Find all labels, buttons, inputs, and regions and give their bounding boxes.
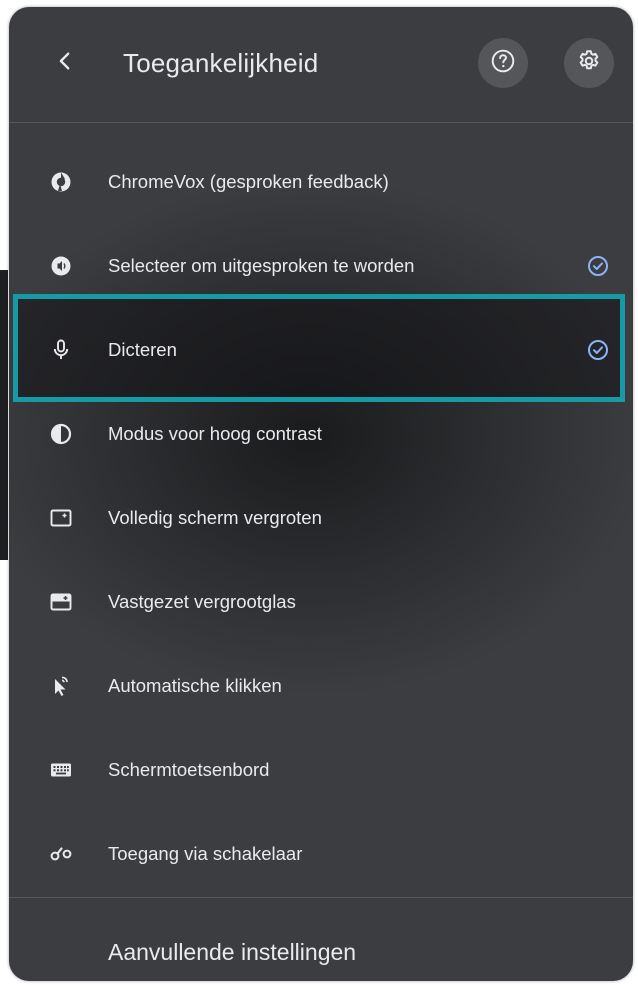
checkmark-circle-icon (586, 254, 610, 278)
gear-icon (576, 48, 602, 79)
keyboard-icon (47, 756, 75, 784)
item-label: Dicteren (108, 339, 177, 360)
chromevox-icon (47, 168, 75, 196)
back-button[interactable] (47, 45, 83, 81)
list-item-docked-magnifier[interactable]: Vastgezet vergrootglas (9, 560, 633, 644)
additional-settings-link[interactable]: Aanvullende instellingen (108, 932, 356, 972)
switch-access-icon (47, 840, 75, 868)
select-to-speak-icon (47, 252, 75, 280)
list-item-dictation[interactable]: Dicteren (9, 308, 633, 392)
item-label: Vastgezet vergrootglas (108, 591, 296, 612)
help-button[interactable] (478, 38, 528, 88)
item-label: Selecteer om uitgesproken te worden (108, 255, 415, 276)
chevron-left-icon (54, 50, 76, 77)
page-title: Toegankelijkheid (123, 48, 319, 78)
list-item-autoclick[interactable]: Automatische klikken (9, 644, 633, 728)
microphone-icon (47, 336, 75, 364)
fullscreen-magnifier-icon (47, 504, 75, 532)
help-circle-icon (490, 48, 516, 79)
background-edge (0, 270, 8, 560)
list-item-select-to-speak[interactable]: Selecteer om uitgesproken te worden (9, 224, 633, 308)
list-item-onscreen-keyboard[interactable]: Schermtoetsenbord (9, 728, 633, 812)
item-label: Modus voor hoog contrast (108, 423, 322, 444)
contrast-icon (47, 420, 75, 448)
list-item-switch-access[interactable]: Toegang via schakelaar (9, 812, 633, 896)
settings-button[interactable] (564, 38, 614, 88)
footer-divider (9, 897, 633, 898)
item-label: Automatische klikken (108, 675, 282, 696)
list-item-high-contrast[interactable]: Modus voor hoog contrast (9, 392, 633, 476)
item-label: Volledig scherm vergroten (108, 507, 322, 528)
autoclick-icon (47, 672, 75, 700)
docked-magnifier-icon (47, 588, 75, 616)
header-divider (9, 122, 633, 123)
list-item-chromevox[interactable]: ChromeVox (gesproken feedback) (9, 140, 633, 224)
item-label: Schermtoetsenbord (108, 759, 270, 780)
checkmark-circle-icon (586, 338, 610, 362)
panel-header: Toegankelijkheid (9, 7, 633, 122)
list-item-fullscreen-magnifier[interactable]: Volledig scherm vergroten (9, 476, 633, 560)
accessibility-panel: Toegankelijkheid ChromeVox (gesproken fe… (9, 7, 633, 981)
item-label: Toegang via schakelaar (108, 843, 303, 864)
item-label: ChromeVox (gesproken feedback) (108, 171, 389, 192)
